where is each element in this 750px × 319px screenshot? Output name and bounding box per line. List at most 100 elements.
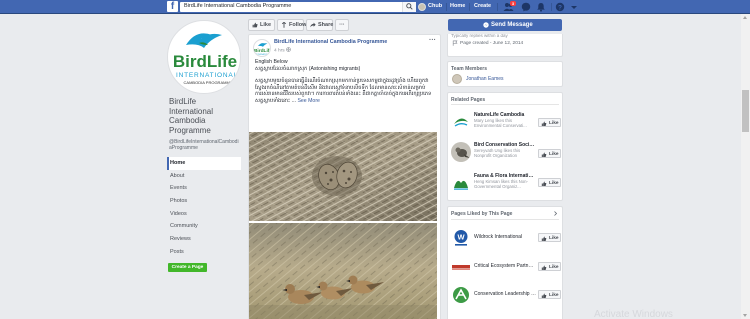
nav-about[interactable]: About: [167, 170, 241, 183]
thumbs-up-icon: [541, 152, 547, 157]
page-navigation: Home About Events Photos Videos Communit…: [167, 157, 241, 259]
like-related-page-button[interactable]: Like: [538, 178, 561, 187]
post-headline: សត្វស្លាបដែលចំណាកស្រុក (Astonishing migr…: [255, 65, 361, 72]
liked-page-row: W Wildrock International Like: [448, 227, 562, 252]
like-label: Like: [549, 292, 559, 298]
scroll-up-arrow-icon[interactable]: [743, 16, 747, 19]
bcsc-logo[interactable]: [451, 142, 471, 162]
user-avatar[interactable]: [418, 3, 426, 11]
send-message-button[interactable]: Send Message: [448, 19, 562, 31]
liked-page-name[interactable]: Conservation Leadership Programme: [474, 291, 536, 297]
post-options-menu[interactable]: ···: [429, 37, 436, 44]
svg-text:W: W: [457, 232, 465, 241]
follow-icon: [281, 22, 287, 28]
team-members-title: Team Members: [451, 66, 488, 72]
post-photo-eggs[interactable]: [249, 132, 437, 221]
like-label: Like: [549, 264, 559, 270]
team-member-link[interactable]: Jonathan Eames: [466, 76, 504, 82]
liked-page-name[interactable]: Wildrock International: [474, 234, 536, 240]
thumbs-up-icon: [541, 236, 547, 241]
notifications-icon[interactable]: [536, 2, 546, 12]
like-label: Like: [549, 235, 559, 241]
globe-icon: [286, 47, 291, 52]
divider: [469, 3, 470, 11]
scrollbar-thumb[interactable]: [742, 90, 749, 132]
see-more-link[interactable]: See More: [297, 98, 320, 104]
flag-icon: [452, 40, 458, 46]
page-username[interactable]: @BirdLifeInternationalCambodiaProgramme: [169, 139, 241, 151]
thumbs-up-icon: [541, 293, 547, 298]
nav-posts[interactable]: Posts: [167, 246, 241, 259]
clp-logo[interactable]: [451, 285, 471, 305]
follow-label: Follow: [289, 22, 307, 28]
nav-photos[interactable]: Photos: [167, 195, 241, 208]
chevron-right-icon[interactable]: [553, 211, 558, 216]
dropdown-icon[interactable]: [570, 2, 578, 12]
home-link[interactable]: Home: [450, 3, 465, 9]
bird-eggs-photo: [249, 132, 437, 221]
related-page-subtitle: Sereyvath Ung likes this Nonprofit Organ…: [474, 148, 521, 158]
help-icon[interactable]: ?: [555, 2, 565, 12]
nav-home[interactable]: Home: [167, 157, 241, 170]
related-page-row: NatureLife Cambodia Mary Leng likes this…: [448, 111, 562, 136]
search-button[interactable]: [402, 2, 416, 12]
naturelife-logo[interactable]: [451, 112, 471, 132]
send-message-label: Send Message: [491, 22, 533, 28]
like-label: Like: [260, 22, 272, 28]
like-page-button[interactable]: Like: [248, 19, 275, 31]
ffi-logo[interactable]: [451, 173, 471, 193]
more-options-button[interactable]: ···: [335, 19, 349, 31]
nav-reviews[interactable]: Reviews: [167, 233, 241, 246]
nav-community[interactable]: Community: [167, 220, 241, 233]
like-liked-page-button[interactable]: Like: [538, 290, 561, 299]
friend-requests-badge: 3: [510, 1, 516, 6]
like-related-page-button[interactable]: Like: [538, 149, 561, 158]
like-label: Like: [549, 180, 559, 186]
svg-text:INTERNATIONAL: INTERNATIONAL: [256, 53, 270, 56]
facebook-logo-icon[interactable]: f: [167, 1, 178, 12]
search-input[interactable]: BirdLife International Cambodia Programm…: [180, 2, 416, 12]
share-page-button[interactable]: Share: [306, 19, 333, 31]
liked-page-name[interactable]: Critical Ecosystem Partnership Fund: [474, 263, 536, 269]
post-photo-pratincoles[interactable]: [249, 223, 437, 319]
wildrock-logo-icon: W: [454, 230, 468, 246]
nav-videos[interactable]: Videos: [167, 208, 241, 221]
create-page-button[interactable]: Create a Page: [168, 263, 207, 272]
svg-text:?: ?: [558, 4, 562, 11]
wildrock-logo[interactable]: W: [451, 228, 471, 248]
birdlife-logo: BirdLife INTERNATIONAL CAMBODIA PROGRAMM…: [173, 33, 237, 85]
post-timestamp[interactable]: 4 hrs: [274, 47, 291, 54]
search-value: BirdLife International Cambodia Programm…: [184, 3, 292, 9]
follow-page-button[interactable]: Follow: [277, 19, 307, 31]
related-page-subtitle: Mary Leng likes this Environmental Conse…: [474, 118, 527, 128]
thumbs-up-icon: [541, 121, 547, 126]
share-label: Share: [318, 22, 334, 28]
like-liked-page-button[interactable]: Like: [538, 262, 561, 271]
nav-events[interactable]: Events: [167, 182, 241, 195]
liked-page-row: Critical Ecosystem Partnership Fund Like: [448, 256, 562, 281]
page-scrollbar[interactable]: [741, 14, 750, 319]
messenger-icon[interactable]: [521, 2, 531, 12]
scroll-down-arrow-icon[interactable]: [743, 314, 747, 317]
like-label: Like: [549, 151, 559, 157]
pratincoles-photo: [249, 223, 437, 319]
post-author-avatar[interactable]: BirdLife INTERNATIONAL: [253, 39, 271, 57]
like-related-page-button[interactable]: Like: [538, 118, 561, 127]
divider: [551, 3, 552, 11]
cepf-logo[interactable]: [451, 257, 471, 277]
divider: [451, 104, 559, 105]
post-author-link[interactable]: BirdLife International Cambodia Programm…: [274, 39, 387, 45]
page-profile-picture[interactable]: BirdLife INTERNATIONAL CAMBODIA PROGRAMM…: [167, 20, 241, 94]
bird-icon: [455, 147, 470, 158]
page-title[interactable]: BirdLife International Cambodia Programm…: [169, 97, 241, 135]
post-khmer-body: សត្វស្លាបមួយចំនួនបានធ្វើដំណើរចំណាកស្រុកម…: [255, 78, 432, 104]
thumbs-up-icon: [541, 265, 547, 270]
post-time-text: 4 hrs: [274, 48, 285, 54]
team-member-avatar[interactable]: [452, 74, 462, 84]
like-liked-page-button[interactable]: Like: [538, 233, 561, 242]
pages-liked-card: Pages Liked by This Page W Wildrock Inte…: [447, 206, 563, 319]
create-link[interactable]: Create: [474, 3, 491, 9]
svg-text:CAMBODIA PROGRAMME: CAMBODIA PROGRAMME: [184, 80, 233, 85]
divider: [451, 219, 559, 220]
user-name-link[interactable]: Chub: [428, 3, 442, 9]
